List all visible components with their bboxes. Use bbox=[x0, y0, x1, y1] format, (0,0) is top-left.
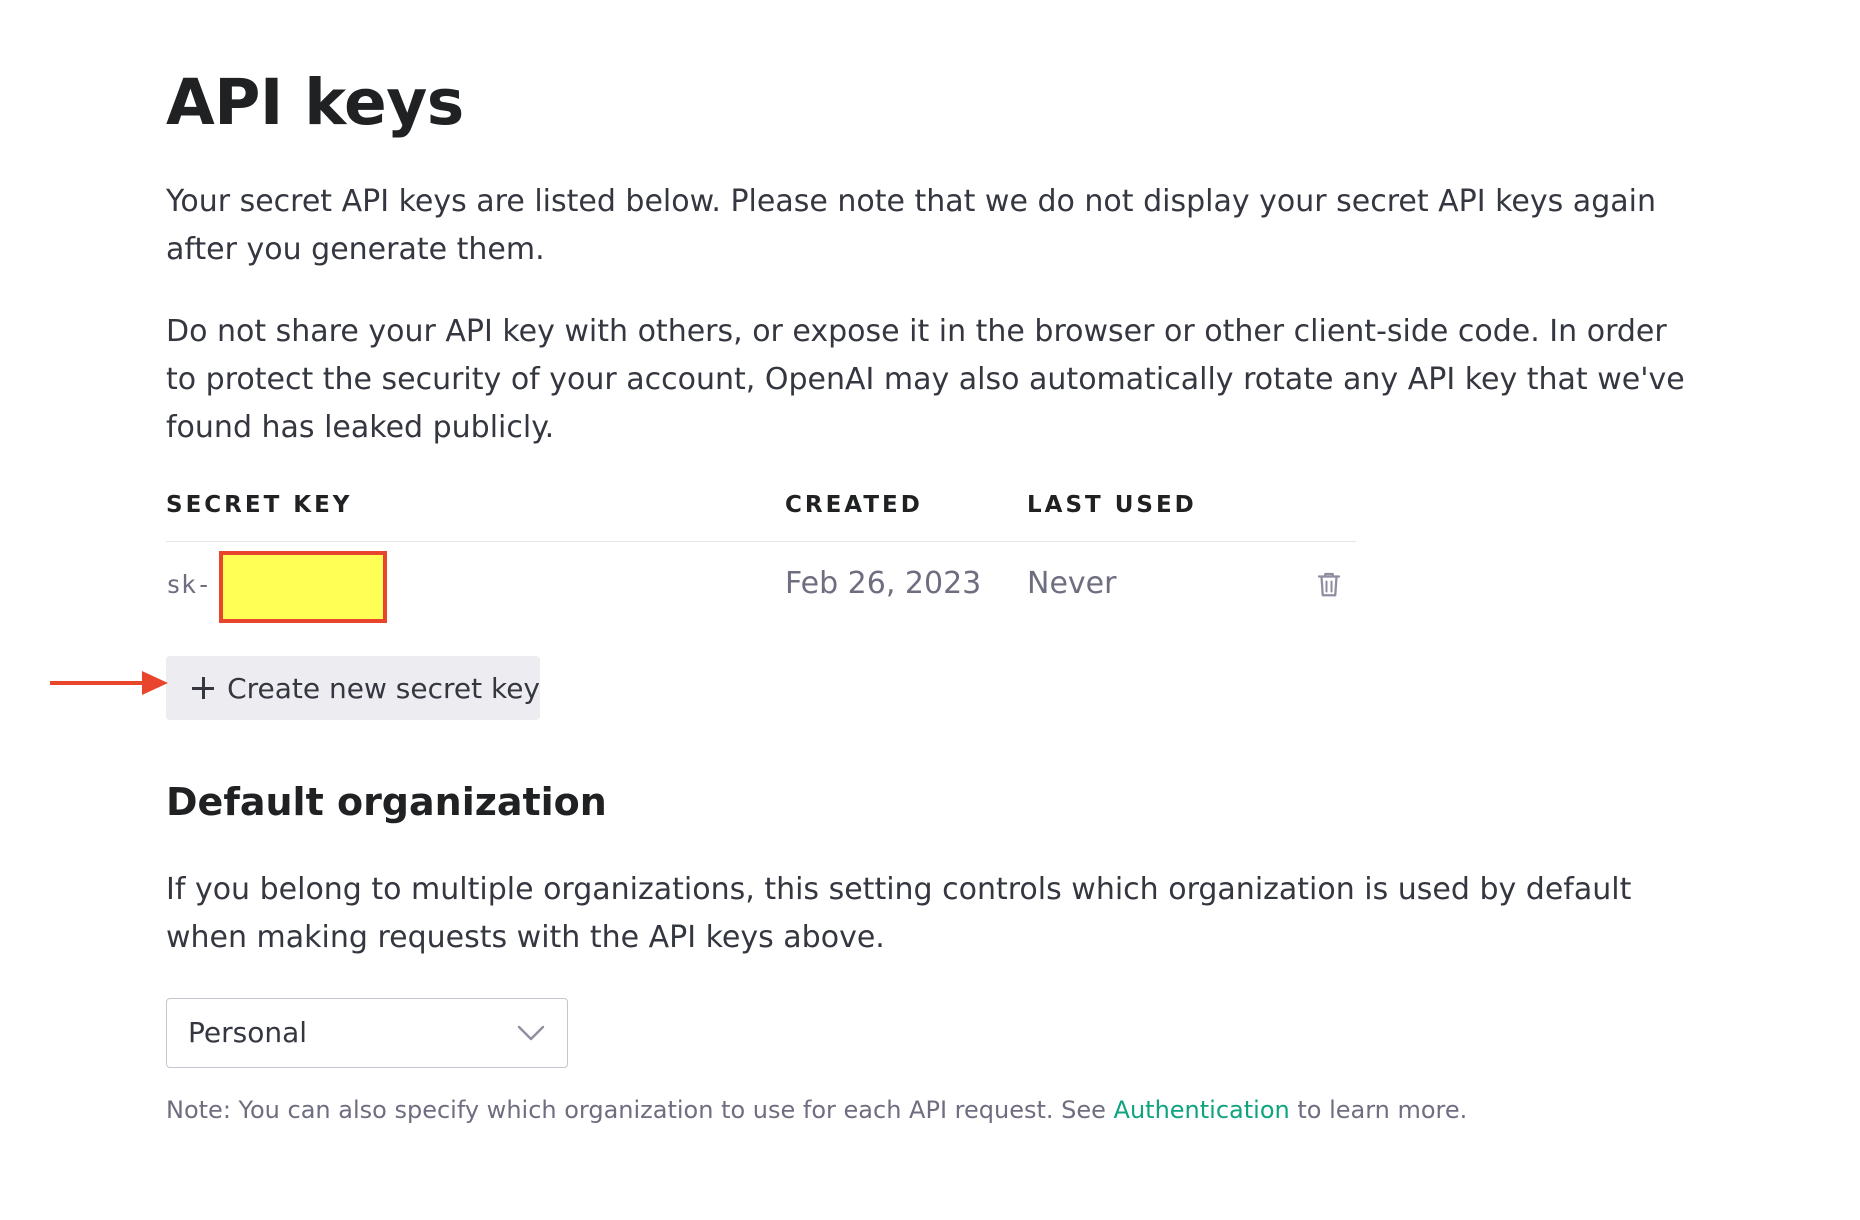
create-new-secret-key-button[interactable]: Create new secret key bbox=[166, 656, 540, 720]
organization-note: Note: You can also specify which organiz… bbox=[166, 1096, 1467, 1124]
create-button-label: Create new secret key bbox=[227, 671, 540, 705]
organization-select-value: Personal bbox=[188, 1016, 308, 1049]
trash-icon[interactable] bbox=[1314, 569, 1344, 599]
column-header-created: CREATED bbox=[785, 492, 923, 518]
chevron-down-icon bbox=[517, 1025, 545, 1041]
redacted-key-highlight bbox=[219, 551, 387, 623]
secret-key-prefix: sk- bbox=[166, 570, 212, 599]
default-organization-heading: Default organization bbox=[166, 780, 607, 824]
page-title: API keys bbox=[166, 66, 464, 139]
arrow-right-icon bbox=[50, 671, 168, 695]
organization-select[interactable]: Personal bbox=[166, 998, 568, 1068]
note-prefix: Note: You can also specify which organiz… bbox=[166, 1096, 1114, 1124]
intro-paragraph-2: Do not share your API key with others, o… bbox=[166, 314, 1685, 445]
authentication-link[interactable]: Authentication bbox=[1114, 1096, 1290, 1124]
plus-icon bbox=[192, 677, 215, 699]
default-organization-description: If you belong to multiple organizations,… bbox=[166, 872, 1632, 955]
note-suffix: to learn more. bbox=[1289, 1096, 1468, 1124]
last-used-value: Never bbox=[1027, 566, 1117, 601]
column-header-last-used: LAST USED bbox=[1027, 492, 1197, 518]
intro-paragraph-1: Your secret API keys are listed below. P… bbox=[166, 184, 1656, 267]
created-date: Feb 26, 2023 bbox=[785, 566, 982, 601]
table-header-divider bbox=[166, 541, 1356, 542]
column-header-secret-key: SECRET KEY bbox=[166, 492, 353, 518]
